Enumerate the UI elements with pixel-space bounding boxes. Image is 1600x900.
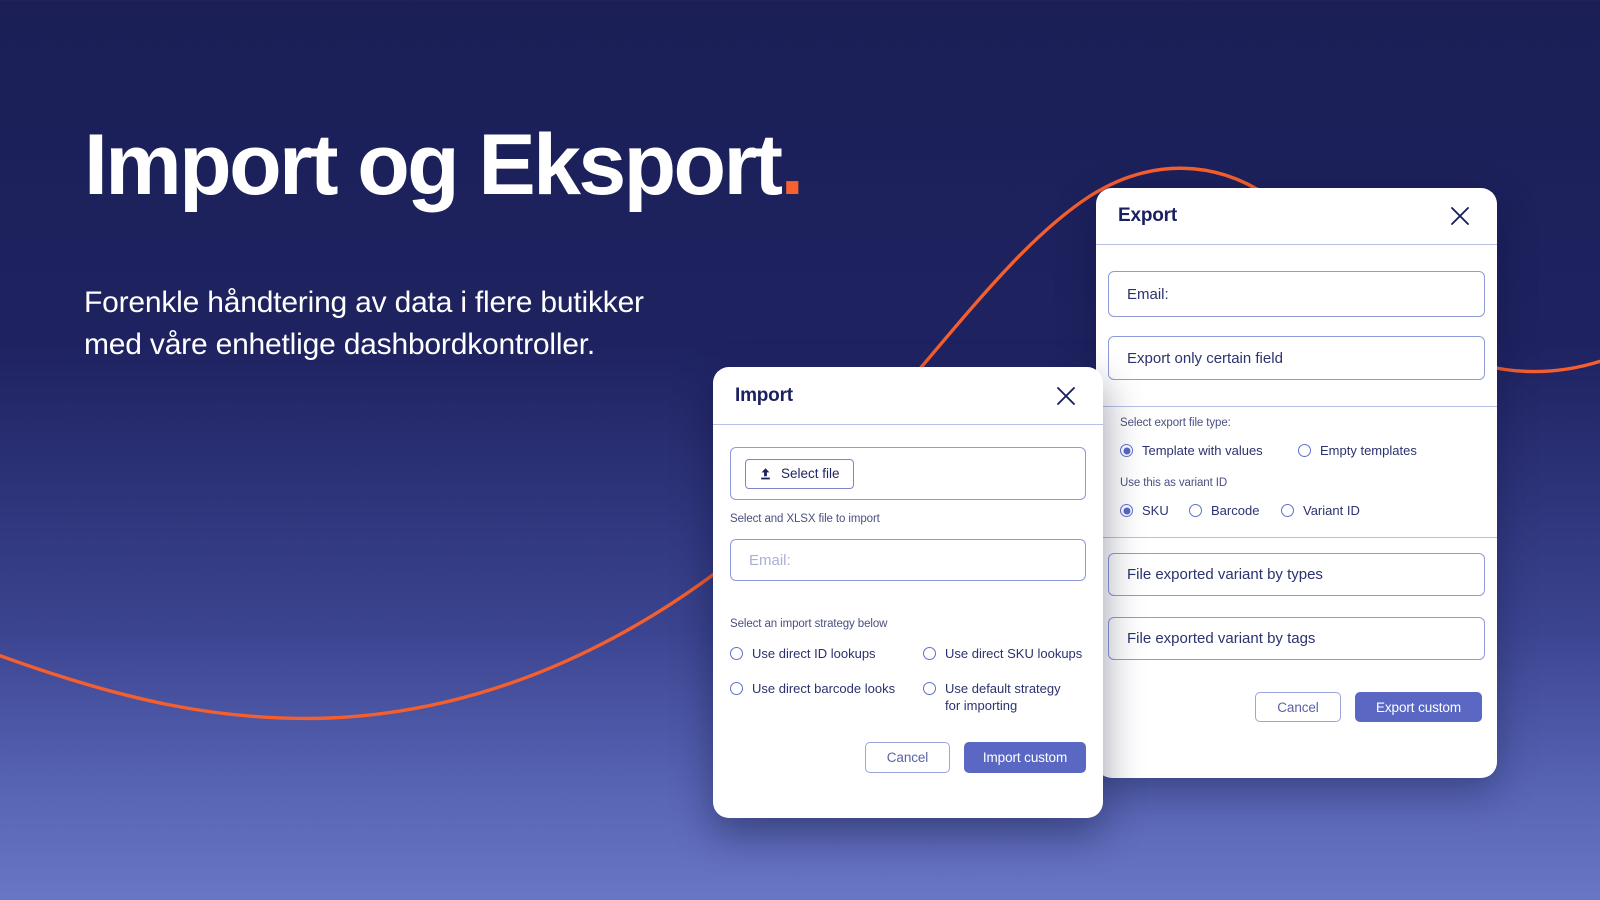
export-email-field[interactable]: Email: [1108,271,1485,317]
import-dropzone[interactable]: Select file [730,447,1086,500]
export-variant-by-types-value: File exported variant by types [1127,566,1323,584]
import-dialog-title: Import [735,384,793,406]
export-variant-by-tags-value: File exported variant by tags [1127,630,1316,648]
export-dialog-header: Export [1096,188,1497,244]
radio-indicator [1189,504,1202,518]
radio-label: Use direct ID lookups [752,646,876,661]
import-dialog: Import Select file Select and XLSX file … [713,367,1103,818]
export-email-value: Email: [1127,285,1169,303]
close-icon-glyph [1057,386,1075,405]
select-file-button[interactable]: Select file [745,458,854,489]
radio-variant-id[interactable]: Variant ID [1281,502,1360,519]
radio-sku[interactable]: SKU [1120,502,1189,519]
import-email-placeholder: Email: [749,551,791,569]
radio-label: Template with values [1142,443,1263,458]
import-cancel-button[interactable]: Cancel [865,742,950,774]
export-file-type-group: Select export file type: Template with v… [1108,407,1485,459]
radio-label: Use default strategy for importing [945,681,1061,714]
radio-indicator [923,647,936,660]
import-dialog-body: Select file Select and XLSX file to impo… [713,447,1103,774]
close-icon-glyph [1451,207,1469,225]
page-title-text: Import og Eksport [84,117,783,213]
radio-barcode[interactable]: Barcode [1189,502,1281,519]
export-header-divider [1096,244,1497,245]
import-submit-button[interactable]: Import custom [964,742,1086,774]
radio-default-strategy[interactable]: Use default strategy for importing [923,680,1075,714]
radio-indicator [1120,444,1133,457]
import-header-divider [713,424,1103,425]
close-icon[interactable] [1445,201,1475,231]
radio-label: Use direct barcode looks [752,681,896,697]
import-strategy-legend: Select an import strategy below [730,618,888,630]
radio-indicator [730,647,743,660]
radio-template-with-values[interactable]: Template with values [1120,442,1298,459]
radio-direct-sku-lookups[interactable]: Use direct SKU lookups [923,645,1083,662]
radio-indicator [1120,504,1133,518]
radio-indicator [730,682,743,696]
radio-label: Use direct SKU lookups [945,646,1083,661]
export-file-type-legend: Select export file type: [1120,417,1231,429]
radio-empty-templates[interactable]: Empty templates [1298,442,1417,459]
export-variant-by-types-input[interactable]: File exported variant by types [1108,553,1485,597]
close-icon[interactable] [1051,381,1081,411]
radio-indicator [923,682,936,696]
export-cancel-button[interactable]: Cancel [1255,692,1341,723]
import-dialog-actions: Cancel Import custom [730,742,1086,774]
export-dialog-body: Email: Export only certain field Select … [1096,271,1497,723]
radio-label: Empty templates [1320,443,1417,458]
export-certain-field-value: Export only certain field [1127,349,1283,367]
export-variant-id-legend: Use this as variant ID [1120,477,1228,490]
export-variant-by-tags-input[interactable]: File exported variant by tags [1108,617,1485,661]
select-file-label: Select file [781,466,840,481]
import-file-helper: Select and XLSX file to import [730,513,880,525]
import-strategy-group: Use direct ID lookups Use direct SKU loo… [730,645,1086,714]
radio-indicator [1298,444,1311,457]
hero-section: Import og Eksport. Forenkle håndtering a… [84,117,804,365]
export-submit-button[interactable]: Export custom [1355,692,1482,723]
import-email-field[interactable]: Email: [730,539,1086,581]
radio-label: Barcode [1211,503,1260,519]
radio-label: SKU [1142,503,1169,519]
title-accent-dot: . [780,117,804,213]
upload-icon [761,467,770,479]
radio-label: Variant ID [1303,503,1360,519]
radio-direct-id-lookups[interactable]: Use direct ID lookups [730,645,923,662]
page-title: Import og Eksport. [84,117,804,213]
page-subtitle: Forenkle håndtering av data i flere buti… [84,286,644,361]
export-divider-2 [1096,537,1497,539]
export-dialog-actions: Cancel Export custom [1108,692,1485,723]
export-dialog: Export Email: Export only certain field … [1096,188,1497,778]
export-variant-id-group: Use this as variant ID SKU Barcode Varia… [1108,459,1485,519]
radio-indicator [1281,504,1294,518]
import-dialog-header: Import [713,367,1103,424]
radio-direct-barcode-looks[interactable]: Use direct barcode looks [730,680,923,714]
export-certain-field-input[interactable]: Export only certain field [1108,336,1485,380]
export-dialog-title: Export [1118,205,1177,226]
